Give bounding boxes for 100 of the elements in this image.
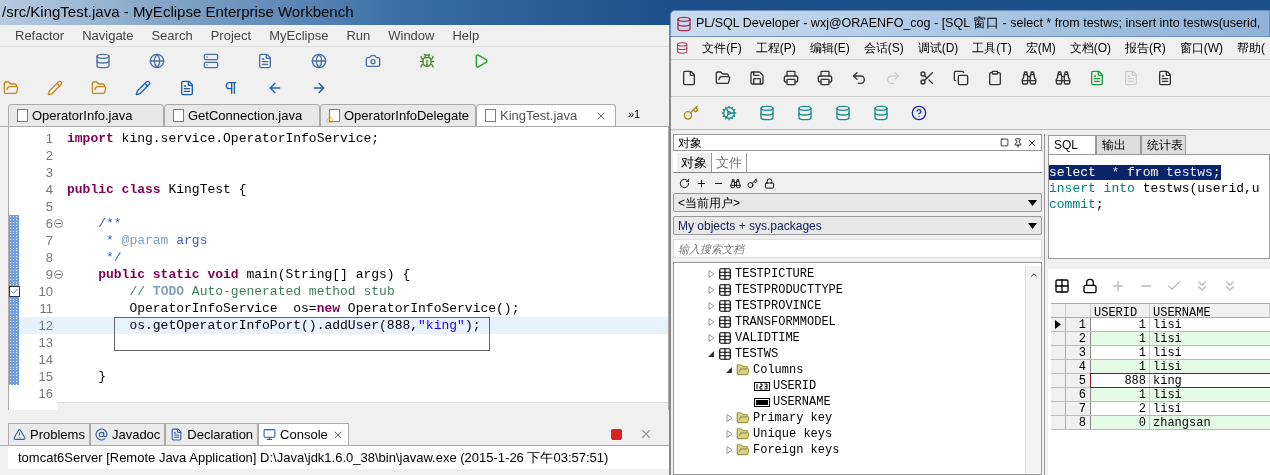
menu-item[interactable]: 会话(S) bbox=[863, 39, 904, 57]
menu-item[interactable]: 文档(O) bbox=[1069, 39, 1111, 57]
editor-tab[interactable]: GetConnection.java bbox=[164, 104, 320, 126]
collapsed-arrow-icon[interactable] bbox=[708, 302, 715, 310]
grid-icon[interactable] bbox=[1054, 278, 1070, 294]
scroll-up-icon[interactable] bbox=[1028, 270, 1039, 280]
collapsed-arrow-icon[interactable] bbox=[708, 318, 715, 326]
tree-item[interactable]: TESTWS bbox=[735, 345, 779, 363]
close-icon[interactable] bbox=[1027, 137, 1037, 148]
expanded-arrow-icon[interactable] bbox=[726, 366, 733, 374]
column-header[interactable]: USERID bbox=[1091, 304, 1150, 317]
row-indicator[interactable] bbox=[1051, 318, 1066, 331]
panel-tab[interactable]: 对象 bbox=[677, 152, 712, 172]
lock-icon[interactable] bbox=[1082, 278, 1098, 294]
menu-item[interactable]: 窗口(W) bbox=[1179, 39, 1223, 57]
search-field[interactable]: 输入搜索文档 bbox=[673, 239, 1042, 258]
database-icon[interactable] bbox=[95, 53, 111, 69]
maximize-icon[interactable] bbox=[1000, 138, 1009, 147]
database-icon[interactable] bbox=[835, 105, 851, 121]
view-tab[interactable]: Javadoc bbox=[89, 423, 166, 445]
menu-item[interactable]: Window bbox=[388, 25, 435, 46]
globe-icon[interactable] bbox=[311, 53, 327, 69]
menu-item[interactable]: 工具(T) bbox=[972, 39, 1012, 57]
editor-tab[interactable]: OperatorInfoDelegate bbox=[320, 104, 476, 126]
column-header[interactable]: USERNAME bbox=[1150, 304, 1270, 317]
tree-item[interactable]: VALIDTIME bbox=[735, 329, 800, 347]
tab-overflow[interactable]: »1 bbox=[628, 105, 641, 122]
database-icon[interactable] bbox=[759, 105, 775, 121]
menu-item[interactable]: Help bbox=[452, 25, 480, 46]
tree-item[interactable]: TESTPICTURE bbox=[735, 265, 815, 283]
pencil-icon[interactable] bbox=[47, 80, 63, 96]
find-icon[interactable] bbox=[730, 177, 741, 189]
database-icon[interactable] bbox=[797, 105, 813, 121]
collapsed-arrow-icon[interactable] bbox=[726, 414, 733, 422]
editor-tab[interactable]: KingTest.java bbox=[476, 104, 616, 126]
view-tab[interactable]: Declaration bbox=[165, 423, 259, 445]
document-icon[interactable] bbox=[1089, 70, 1105, 86]
printer-icon[interactable] bbox=[783, 70, 799, 86]
menu-item[interactable]: Navigate bbox=[82, 25, 134, 46]
menu-item[interactable]: 宏(M) bbox=[1025, 39, 1056, 57]
collapsed-arrow-icon[interactable] bbox=[726, 446, 733, 454]
new-file-icon[interactable] bbox=[681, 70, 697, 86]
key-icon[interactable] bbox=[747, 177, 758, 189]
refresh-icon[interactable] bbox=[679, 177, 690, 189]
tree-item[interactable]: Unique keys bbox=[753, 425, 833, 443]
collapsed-arrow-icon[interactable] bbox=[708, 270, 715, 278]
copy-icon[interactable] bbox=[953, 70, 969, 86]
view-tab[interactable]: Console bbox=[258, 423, 349, 445]
sql-tab[interactable]: SQL bbox=[1048, 135, 1096, 154]
lock-icon[interactable] bbox=[764, 177, 775, 189]
find-icon[interactable] bbox=[1021, 70, 1037, 86]
help-icon[interactable] bbox=[911, 105, 927, 121]
find-next-icon[interactable] bbox=[1055, 70, 1071, 86]
menu-item[interactable]: 报告(R) bbox=[1125, 39, 1166, 57]
horizontal-scrollbar[interactable] bbox=[57, 402, 668, 410]
document-icon[interactable] bbox=[257, 53, 273, 69]
tree-item[interactable]: Primary key bbox=[753, 409, 833, 427]
menu-item[interactable]: 工程(P) bbox=[755, 39, 796, 57]
document-icon[interactable] bbox=[179, 80, 195, 96]
collapsed-arrow-icon[interactable] bbox=[726, 430, 733, 438]
printer-icon[interactable] bbox=[817, 70, 833, 86]
database-icon[interactable] bbox=[873, 105, 889, 121]
sql-tab[interactable]: 统计表 bbox=[1141, 135, 1186, 154]
menu-item[interactable]: Refactor bbox=[15, 25, 65, 46]
open-folder-icon[interactable] bbox=[715, 70, 731, 86]
sql-tab[interactable]: 输出 bbox=[1096, 135, 1141, 154]
pilcrow-icon[interactable] bbox=[223, 80, 239, 96]
save-icon[interactable] bbox=[749, 70, 765, 86]
tree-item[interactable]: TESTPRODUCTTYPE bbox=[735, 281, 844, 299]
menu-item[interactable]: Project bbox=[210, 25, 252, 46]
editor-tab[interactable]: OperatorInfo.java bbox=[8, 104, 164, 126]
cut-icon[interactable] bbox=[919, 70, 935, 86]
globe-icon[interactable] bbox=[149, 53, 165, 69]
tree-item[interactable]: TRANSFORMMODEL bbox=[735, 313, 836, 331]
tree-item[interactable]: TESTPROVINCE bbox=[735, 297, 822, 315]
tree-item[interactable]: Columns bbox=[753, 361, 804, 379]
menu-item[interactable]: Run bbox=[346, 25, 371, 46]
undo-icon[interactable] bbox=[851, 70, 867, 86]
tree-item[interactable]: USERNAME bbox=[773, 393, 831, 411]
view-tab[interactable]: Problems bbox=[8, 423, 90, 445]
menu-item[interactable]: 调试(D) bbox=[917, 39, 959, 57]
camera-icon[interactable] bbox=[365, 53, 381, 69]
plus-icon[interactable] bbox=[696, 177, 707, 189]
panel-tab[interactable]: 文件 bbox=[712, 152, 747, 172]
tree-item[interactable]: USERID bbox=[773, 377, 817, 395]
menu-item[interactable]: MyEclipse bbox=[269, 25, 329, 46]
remove-icon[interactable] bbox=[639, 427, 653, 441]
paste-icon[interactable] bbox=[987, 70, 1003, 86]
menu-item[interactable]: 帮助( bbox=[1237, 39, 1265, 57]
back-icon[interactable] bbox=[267, 80, 283, 96]
stop-icon[interactable] bbox=[610, 428, 623, 441]
collapsed-arrow-icon[interactable] bbox=[708, 334, 715, 342]
gear-icon[interactable] bbox=[721, 105, 737, 121]
tree-item[interactable]: Foreign keys bbox=[753, 441, 840, 459]
folder-icon[interactable] bbox=[91, 80, 107, 96]
expanded-arrow-icon[interactable] bbox=[708, 350, 715, 358]
menu-item[interactable]: 编辑(E) bbox=[809, 39, 850, 57]
collapsed-arrow-icon[interactable] bbox=[708, 286, 715, 294]
server-icon[interactable] bbox=[203, 53, 219, 69]
pin-icon[interactable] bbox=[1013, 137, 1023, 148]
